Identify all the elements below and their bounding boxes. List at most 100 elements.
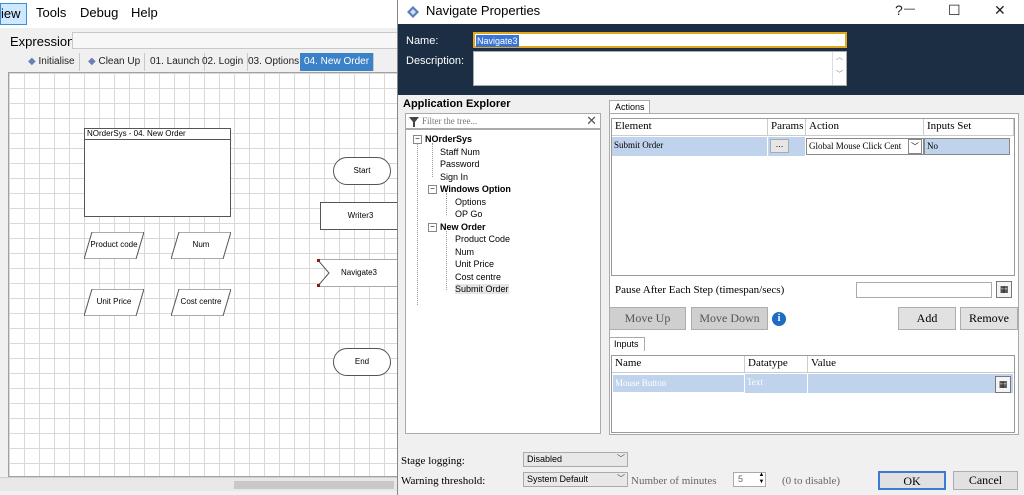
description-scrollbar[interactable]: ︿ ﹀: [832, 52, 846, 85]
remove-button[interactable]: Remove: [960, 307, 1018, 330]
tree-node-product-code[interactable]: Product Code: [455, 234, 510, 244]
expression-input[interactable]: [72, 32, 402, 49]
page-icon: ◆: [88, 56, 96, 67]
column-header-value: Value: [808, 356, 1014, 373]
menu-view[interactable]: iew: [0, 3, 27, 25]
navigate-stage[interactable]: Navigate3: [317, 259, 401, 287]
warning-threshold-label: Warning threshold:: [401, 475, 486, 487]
calculator-icon[interactable]: ▦: [995, 376, 1011, 393]
dialog-titlebar: Navigate Properties ? — ☐ ✕: [398, 0, 1024, 24]
block-title: NOrderSys - 04. New Order: [85, 129, 230, 140]
move-down-button[interactable]: Move Down: [691, 307, 768, 330]
tree-node-unit-price[interactable]: Unit Price: [455, 259, 494, 269]
filter-icon: [409, 117, 419, 127]
column-header-params: Params: [768, 119, 806, 136]
description-field[interactable]: ︿ ﹀: [473, 51, 847, 86]
tree-filter-input[interactable]: Filter the tree... ✕: [405, 113, 601, 129]
collapse-icon[interactable]: −: [428, 223, 437, 232]
stage-icon: [407, 6, 419, 18]
tab-new-order[interactable]: 04. New Order: [300, 53, 375, 71]
filter-placeholder: Filter the tree...: [422, 116, 478, 126]
chevron-down-icon: ﹀: [617, 474, 625, 483]
tree-node-options[interactable]: Options: [455, 197, 486, 207]
tree-node-windows-option[interactable]: Windows Option: [440, 184, 511, 194]
input-value-cell[interactable]: [808, 374, 1014, 393]
help-button[interactable]: ?: [895, 2, 903, 18]
canvas-horizontal-scrollbar[interactable]: [0, 477, 400, 491]
tree-node-cost-centre[interactable]: Cost centre: [455, 272, 501, 282]
warning-threshold-select[interactable]: System Default ﹀: [523, 472, 628, 487]
input-datatype-cell: Text: [745, 374, 808, 393]
stage-logging-label: Stage logging:: [401, 455, 465, 467]
menu-debug[interactable]: Debug: [80, 5, 118, 20]
calculator-icon[interactable]: ▦: [996, 281, 1012, 298]
properties-header: Name: Navigate3 Description: ︿ ﹀: [398, 24, 1024, 95]
clear-filter-icon[interactable]: ✕: [586, 113, 597, 129]
tree-node-norder-sys[interactable]: NOrderSys: [425, 134, 472, 144]
collapse-icon[interactable]: −: [413, 135, 422, 144]
maximize-button[interactable]: ☐: [948, 2, 961, 19]
menu-help[interactable]: Help: [131, 5, 158, 20]
description-label: Description:: [406, 55, 465, 67]
inputs-grid: Name Datatype Value Mouse Button Text ▦: [611, 355, 1015, 433]
tree-node-num[interactable]: Num: [455, 247, 474, 257]
ok-button[interactable]: OK: [878, 471, 946, 490]
input-name-cell[interactable]: Mouse Button: [612, 374, 745, 393]
page-tab-strip: ◆ Initialise ◆ Clean Up 01. Launch 02. L…: [0, 53, 400, 71]
inputs-set-cell[interactable]: No: [924, 138, 1010, 155]
action-element-cell[interactable]: Submit Order: [612, 137, 768, 156]
tree-node-sign-in[interactable]: Sign In: [440, 172, 468, 182]
menu-tools[interactable]: Tools: [36, 5, 66, 20]
column-header-inputs-set: Inputs Set: [924, 119, 1014, 136]
column-header-datatype: Datatype: [745, 356, 808, 373]
add-button[interactable]: Add: [898, 307, 956, 330]
column-header-action: Action: [806, 119, 924, 136]
tree-node-password[interactable]: Password: [440, 159, 480, 169]
chevron-down-icon[interactable]: ﹀: [908, 139, 922, 154]
action-select[interactable]: Global Mouse Click Cent: [806, 138, 924, 155]
pause-label: Pause After Each Step (timespan/secs): [615, 284, 785, 296]
tab-actions[interactable]: Actions: [609, 100, 650, 114]
tree-node-staff-num[interactable]: Staff Num: [440, 147, 480, 157]
stage-logging-select[interactable]: Disabled ﹀: [523, 452, 628, 467]
cancel-button[interactable]: Cancel: [953, 471, 1018, 490]
minimize-button[interactable]: —: [904, 3, 915, 15]
params-button[interactable]: ...: [770, 139, 789, 153]
dialog-title: Navigate Properties: [426, 3, 541, 18]
minutes-spinner[interactable]: ▲ ▼: [756, 472, 767, 487]
info-icon[interactable]: i: [772, 312, 786, 326]
tree-node-op-go[interactable]: OP Go: [455, 209, 482, 219]
pause-input[interactable]: [856, 282, 992, 298]
tree-connector: [446, 193, 447, 215]
process-canvas[interactable]: NOrderSys - 04. New Order Product code N…: [8, 72, 401, 477]
expression-bar: Expression:: [0, 30, 402, 52]
data-item-cost-centre[interactable]: Cost centre: [171, 289, 231, 316]
end-stage[interactable]: End: [333, 348, 391, 376]
move-up-button[interactable]: Move Up: [609, 307, 686, 330]
collapse-icon[interactable]: −: [428, 185, 437, 194]
tab-launch[interactable]: 01. Launch: [146, 53, 205, 71]
block-new-order[interactable]: NOrderSys - 04. New Order: [84, 128, 231, 217]
column-header-element: Element: [612, 119, 768, 136]
writer-stage[interactable]: Writer3: [320, 202, 401, 230]
close-button[interactable]: ✕: [994, 2, 1006, 19]
data-item-product-code[interactable]: Product code: [84, 232, 144, 259]
tree-node-new-order[interactable]: New Order: [440, 222, 486, 232]
scroll-thumb[interactable]: [234, 481, 394, 489]
navigate-properties-dialog: Navigate Properties ? — ☐ ✕ Name: Naviga…: [397, 0, 1024, 495]
chevron-down-icon: ﹀: [617, 454, 625, 463]
tree-node-submit-order[interactable]: Submit Order: [455, 284, 509, 294]
tab-clean-up[interactable]: ◆ Clean Up: [84, 53, 146, 71]
column-header-name: Name: [612, 356, 745, 373]
name-field[interactable]: Navigate3: [473, 32, 847, 48]
tab-inputs[interactable]: Inputs: [609, 337, 645, 351]
tab-login[interactable]: 02. Login: [198, 53, 249, 71]
tab-options[interactable]: 03. Options: [244, 53, 305, 71]
start-stage[interactable]: Start: [333, 157, 391, 185]
data-item-num[interactable]: Num: [171, 232, 231, 259]
tree-connector: [446, 231, 447, 290]
data-item-unit-price[interactable]: Unit Price: [84, 289, 144, 316]
tab-initialise[interactable]: ◆ Initialise: [24, 53, 80, 71]
page-icon: ◆: [28, 56, 36, 67]
app-explorer-title: Application Explorer: [403, 98, 511, 110]
